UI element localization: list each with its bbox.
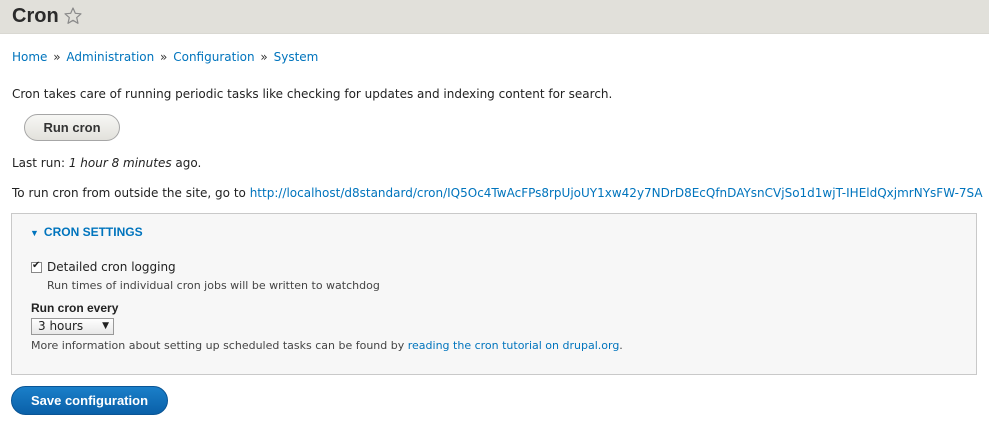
- detailed-logging-checkbox[interactable]: [31, 260, 42, 273]
- detailed-logging-label[interactable]: Detailed cron logging: [47, 260, 176, 274]
- breadcrumb-system[interactable]: System: [274, 50, 319, 64]
- run-cron-every-select[interactable]: 3 hours ▼: [31, 318, 114, 335]
- breadcrumb-home[interactable]: Home: [12, 50, 47, 64]
- breadcrumb-separator: »: [49, 50, 65, 64]
- cron-settings-panel: ▼ CRON SETTINGS Detailed cron logging Run…: [11, 213, 977, 375]
- page-header: Cron: [0, 0, 989, 34]
- breadcrumb-separator: »: [156, 50, 172, 64]
- chevron-down-icon: ▼: [102, 321, 109, 331]
- breadcrumb-administration[interactable]: Administration: [66, 50, 154, 64]
- detailed-logging-help: Run times of individual cron jobs will b…: [47, 279, 380, 292]
- detailed-logging-row: Detailed cron logging: [31, 260, 176, 274]
- last-run-text: Last run: 1 hour 8 minutes ago.: [12, 156, 201, 170]
- star-outline-icon[interactable]: [63, 6, 83, 26]
- last-run-prefix: Last run:: [12, 156, 69, 170]
- more-info-text: More information about setting up schedu…: [31, 339, 623, 352]
- run-cron-every-label: Run cron every: [31, 301, 119, 315]
- cron-settings-toggle[interactable]: ▼ CRON SETTINGS: [30, 225, 143, 239]
- cron-settings-summary-label: CRON SETTINGS: [43, 225, 143, 239]
- cron-tutorial-link[interactable]: reading the cron tutorial on drupal.org: [408, 339, 620, 352]
- page-description: Cron takes care of running periodic task…: [12, 87, 613, 101]
- breadcrumb: Home » Administration » Configuration » …: [12, 50, 318, 64]
- save-configuration-button[interactable]: Save configuration: [11, 386, 168, 415]
- external-cron-text: To run cron from outside the site, go to…: [12, 186, 983, 200]
- triangle-down-icon: ▼: [30, 228, 39, 238]
- external-cron-url-link[interactable]: http://localhost/d8standard/cron/IQ5Oc4T…: [250, 186, 983, 200]
- run-cron-every-selected: 3 hours: [38, 319, 84, 333]
- more-info-prefix: More information about setting up schedu…: [31, 339, 408, 352]
- more-info-suffix: .: [619, 339, 623, 352]
- last-run-value: 1 hour 8 minutes: [68, 156, 172, 170]
- last-run-suffix: ago.: [171, 156, 202, 170]
- breadcrumb-separator: »: [256, 50, 272, 64]
- breadcrumb-configuration[interactable]: Configuration: [173, 50, 254, 64]
- page-title: Cron: [12, 5, 59, 27]
- external-cron-prefix: To run cron from outside the site, go to: [12, 186, 250, 200]
- run-cron-button[interactable]: Run cron: [24, 114, 120, 141]
